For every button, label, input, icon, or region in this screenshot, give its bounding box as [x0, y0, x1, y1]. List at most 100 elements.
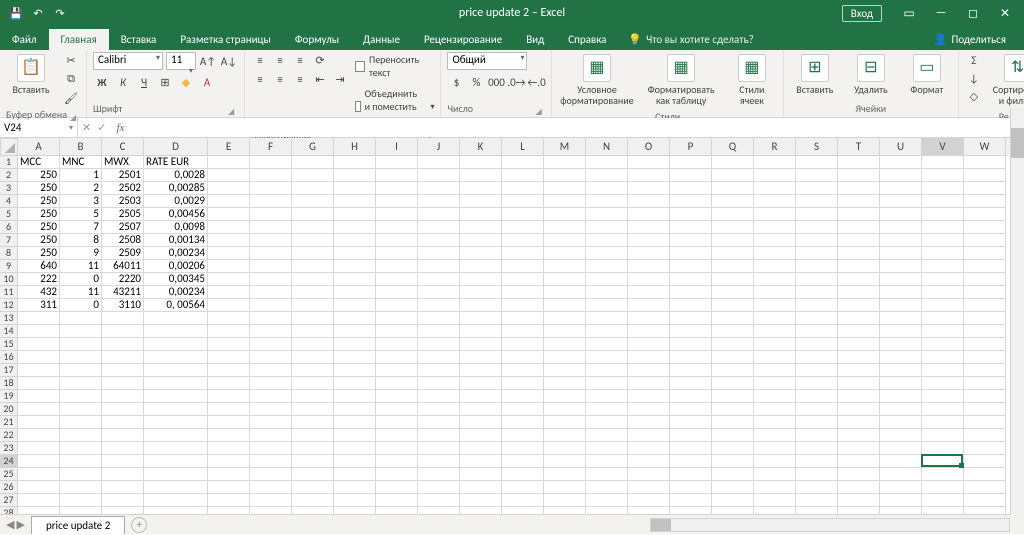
cell[interactable]	[670, 221, 712, 234]
col-header[interactable]: U	[880, 138, 922, 156]
cell[interactable]	[376, 390, 418, 403]
col-header[interactable]: K	[460, 138, 502, 156]
cell[interactable]	[964, 221, 1006, 234]
cell[interactable]	[586, 377, 628, 390]
cell[interactable]	[964, 468, 1006, 481]
cell[interactable]	[208, 286, 250, 299]
cell[interactable]	[586, 208, 628, 221]
cell[interactable]: 11	[60, 260, 102, 273]
cell[interactable]	[838, 481, 880, 494]
cell[interactable]	[376, 312, 418, 325]
cell[interactable]: 0,00345	[144, 273, 208, 286]
cell[interactable]	[796, 494, 838, 507]
cell[interactable]	[880, 286, 922, 299]
cell[interactable]	[544, 221, 586, 234]
cell[interactable]	[922, 403, 964, 416]
cell[interactable]	[922, 247, 964, 260]
cell[interactable]	[880, 507, 922, 514]
cell[interactable]	[376, 221, 418, 234]
align-right-icon[interactable]: ≡	[291, 71, 309, 87]
cell[interactable]	[418, 182, 460, 195]
cell[interactable]	[292, 234, 334, 247]
cell[interactable]	[544, 247, 586, 260]
cell[interactable]	[250, 364, 292, 377]
cell[interactable]	[502, 351, 544, 364]
cell[interactable]	[60, 390, 102, 403]
cell[interactable]: 2	[60, 182, 102, 195]
tab-home[interactable]: Главная	[49, 29, 109, 50]
cell[interactable]	[922, 234, 964, 247]
cell[interactable]	[922, 416, 964, 429]
cell[interactable]	[250, 234, 292, 247]
col-header[interactable]: S	[796, 138, 838, 156]
cell[interactable]	[754, 325, 796, 338]
cell[interactable]	[628, 234, 670, 247]
font-color-icon[interactable]: A	[198, 74, 216, 90]
cell[interactable]	[712, 442, 754, 455]
cell[interactable]	[712, 494, 754, 507]
col-header[interactable]: L	[502, 138, 544, 156]
cell[interactable]	[922, 442, 964, 455]
cell[interactable]	[376, 416, 418, 429]
cell[interactable]	[670, 351, 712, 364]
cell[interactable]	[628, 156, 670, 169]
cell[interactable]	[208, 442, 250, 455]
cell[interactable]	[502, 312, 544, 325]
cell[interactable]	[208, 481, 250, 494]
cell[interactable]	[418, 416, 460, 429]
cell[interactable]	[586, 403, 628, 416]
cell[interactable]	[712, 286, 754, 299]
cell[interactable]	[670, 416, 712, 429]
cell[interactable]	[754, 455, 796, 468]
cell[interactable]	[754, 260, 796, 273]
cell[interactable]	[628, 286, 670, 299]
cell[interactable]	[102, 468, 144, 481]
cell[interactable]	[502, 299, 544, 312]
cell[interactable]	[796, 208, 838, 221]
cell[interactable]	[376, 195, 418, 208]
cell[interactable]	[334, 273, 376, 286]
cell[interactable]: MCC	[18, 156, 60, 169]
cell[interactable]	[544, 195, 586, 208]
cell[interactable]	[502, 234, 544, 247]
cell[interactable]: MNC	[60, 156, 102, 169]
cell[interactable]	[586, 507, 628, 514]
cell[interactable]	[754, 429, 796, 442]
share-button[interactable]: 👤 Поделиться	[926, 29, 1014, 50]
col-header[interactable]: B	[60, 138, 102, 156]
delete-cells-button[interactable]: ⊟Удалить	[846, 52, 896, 97]
cell[interactable]	[712, 234, 754, 247]
cell[interactable]	[334, 208, 376, 221]
cell[interactable]	[964, 429, 1006, 442]
cell[interactable]	[922, 273, 964, 286]
cell[interactable]	[502, 416, 544, 429]
cell[interactable]: 2220	[102, 273, 144, 286]
cell[interactable]	[712, 416, 754, 429]
cell[interactable]	[250, 351, 292, 364]
comma-icon[interactable]: 000	[487, 74, 505, 90]
col-header[interactable]: N	[586, 138, 628, 156]
cell[interactable]	[460, 494, 502, 507]
cell[interactable]	[376, 156, 418, 169]
cell[interactable]	[880, 273, 922, 286]
align-center-icon[interactable]: ≡	[271, 71, 289, 87]
cell[interactable]	[712, 169, 754, 182]
cell[interactable]	[144, 416, 208, 429]
cell[interactable]	[754, 156, 796, 169]
cell[interactable]	[880, 481, 922, 494]
cell[interactable]	[60, 364, 102, 377]
cell[interactable]	[334, 338, 376, 351]
cell[interactable]	[544, 364, 586, 377]
cell[interactable]	[418, 273, 460, 286]
cell[interactable]	[418, 299, 460, 312]
cell[interactable]	[292, 182, 334, 195]
cell[interactable]	[18, 468, 60, 481]
cell[interactable]	[334, 507, 376, 514]
cell[interactable]	[144, 429, 208, 442]
cell[interactable]	[880, 442, 922, 455]
cell[interactable]	[712, 507, 754, 514]
cell[interactable]	[250, 377, 292, 390]
fx-icon[interactable]: fx	[110, 122, 130, 134]
cell[interactable]: 250	[18, 221, 60, 234]
cell[interactable]	[922, 377, 964, 390]
